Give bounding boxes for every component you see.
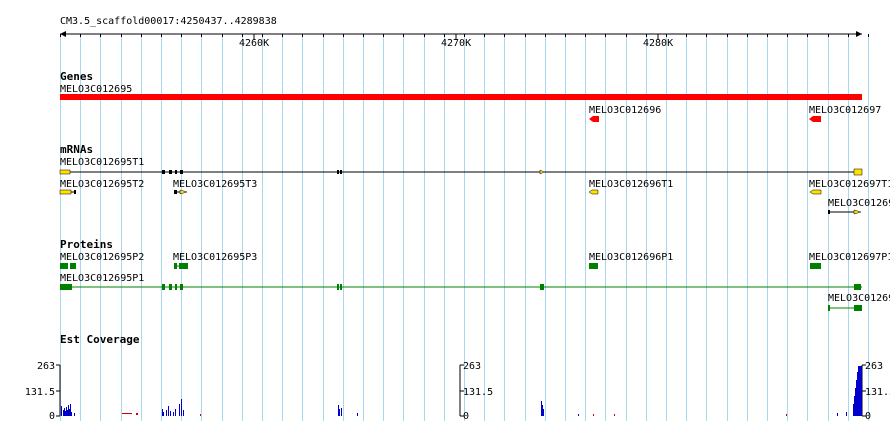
gene-arrow-icon — [589, 116, 599, 122]
mrnas-track: mRNAs MELO3C012695T1 MELO3C012695T2 MELO… — [59, 143, 890, 215]
ruler-tick-label: 4260K — [239, 38, 269, 49]
protein-label: MELO3C012695P2 — [60, 252, 144, 263]
track-label-mrnas: mRNAs — [60, 143, 93, 156]
coverage-axis: 263 131.5 0 — [25, 361, 61, 421]
gene-label: MELO3C012695 — [60, 84, 132, 95]
axis-max-label: 263 — [37, 361, 55, 372]
coverage-axis: 263 131.5 0 — [459, 361, 493, 421]
protein-feature[interactable] — [828, 305, 862, 311]
mrna-feature[interactable] — [828, 209, 862, 215]
gene-label: MELO3C012697 — [809, 105, 881, 116]
ruler-title: CM3.5_scaffold00017:4250437..4289838 — [60, 16, 277, 27]
protein-feature[interactable] — [589, 263, 598, 269]
coverage-axis: 263 131.5 0 — [861, 361, 890, 421]
ruler-tick-label: 4270K — [441, 38, 471, 49]
mrna-label: MELO3C012697T1 — [809, 179, 890, 190]
gene-feature[interactable] — [809, 116, 821, 122]
mrna-feature[interactable] — [588, 189, 599, 195]
axis-mid-label: 131.5 — [865, 387, 890, 398]
protein-label: MELO3C012696P1 — [589, 252, 673, 263]
axis-mid-label: 131.5 — [25, 387, 55, 398]
track-label-proteins: Proteins — [60, 238, 113, 251]
mrna-feature[interactable] — [809, 189, 822, 195]
mrna-label: MELO3C012695T1 — [60, 157, 144, 168]
mrna-label: MELO3C012695T3 — [173, 179, 257, 190]
genome-browser-view: CM3.5_scaffold00017:4250437..4289838 426… — [0, 0, 890, 421]
gene-feature[interactable] — [60, 94, 862, 100]
protein-label: MELO3C012697P1 — [809, 252, 890, 263]
axis-min-label: 0 — [463, 411, 469, 421]
protein-feature[interactable] — [60, 263, 76, 269]
mrna-feature[interactable] — [59, 189, 76, 195]
mrna-label: MELO3C01269 — [828, 198, 890, 209]
axis-mid-label: 131.5 — [463, 387, 493, 398]
gene-feature[interactable] — [589, 116, 599, 122]
protein-feature[interactable] — [810, 263, 821, 269]
protein-label: MELO3C01269 — [828, 293, 890, 304]
ruler-minor-ticks — [60, 34, 869, 37]
mrna-label: MELO3C012696T1 — [589, 179, 673, 190]
mrna-feature[interactable] — [59, 168, 863, 176]
ruler-right-arrow-icon[interactable] — [856, 31, 862, 37]
axis-min-label: 0 — [49, 411, 55, 421]
protein-label: MELO3C012695P1 — [60, 273, 144, 284]
axis-min-label: 0 — [865, 411, 871, 421]
proteins-track: Proteins MELO3C012695P2 MELO3C012695P3 M… — [60, 238, 890, 311]
gene-arrow-icon — [809, 116, 821, 122]
protein-label: MELO3C012695P3 — [173, 252, 257, 263]
track-label-genes: Genes — [60, 70, 93, 83]
track-label-est-coverage: Est Coverage — [60, 333, 140, 346]
mrna-feature[interactable] — [174, 189, 188, 195]
genes-track: Genes MELO3C012695 MELO3C012696 MELO3C01… — [60, 70, 881, 122]
protein-feature[interactable] — [60, 284, 862, 290]
axis-max-label: 263 — [463, 361, 481, 372]
protein-feature[interactable] — [174, 263, 188, 269]
gene-label: MELO3C012696 — [589, 105, 661, 116]
est-coverage-track: Est Coverage 263 131.5 0 263 131.5 0 263… — [25, 333, 890, 421]
ruler-tick-label: 4280K — [643, 38, 673, 49]
axis-max-label: 263 — [865, 361, 883, 372]
mrna-label: MELO3C012695T2 — [60, 179, 144, 190]
browser-svg: CM3.5_scaffold00017:4250437..4289838 426… — [25, 16, 890, 421]
